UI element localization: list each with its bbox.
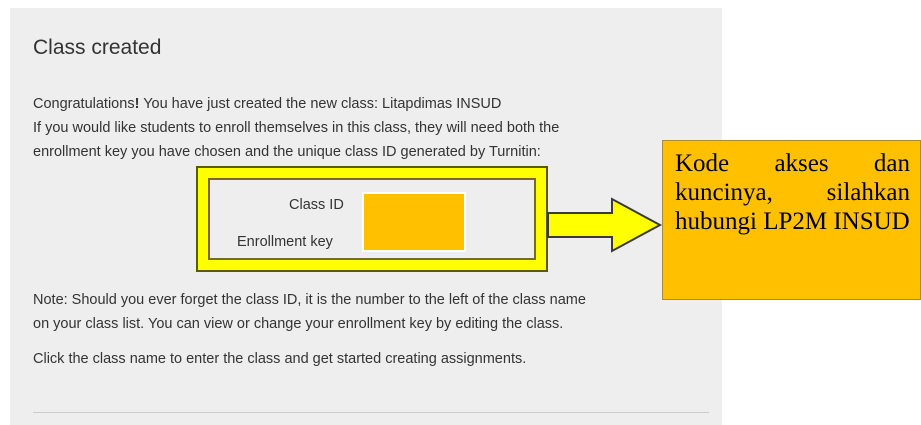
enrollment-key-label: Enrollment key [237,234,333,250]
class-id-label: Class ID [289,197,344,213]
redacted-credentials [362,192,466,252]
congrats-rest: You have just created the new class: Lit… [139,96,502,112]
arrow-right-icon [547,197,663,253]
divider [33,412,709,413]
congrats-word: Congratulations [33,96,135,112]
congratulations-line: Congratulations! You have just created t… [33,92,559,116]
enroll-instructions-line1: If you would like students to enroll the… [33,120,560,136]
highlight-frame: Class ID Enrollment key [196,166,548,272]
note-line1: Note: Should you ever forget the class I… [33,292,586,308]
page-title: Class created [33,36,162,59]
click-instructions: Click the class name to enter the class … [33,351,527,367]
note-text: Note: Should you ever forget the class I… [33,288,586,336]
intro-text: Congratulations! You have just created t… [33,92,559,164]
class-credentials-box: Class ID Enrollment key [208,178,536,260]
callout-note: Kode akses dan kuncinya, silahkan hubung… [662,140,921,300]
note-line2: on your class list. You can view or chan… [33,316,564,332]
enroll-instructions-line2: enrollment key you have chosen and the u… [33,144,541,160]
